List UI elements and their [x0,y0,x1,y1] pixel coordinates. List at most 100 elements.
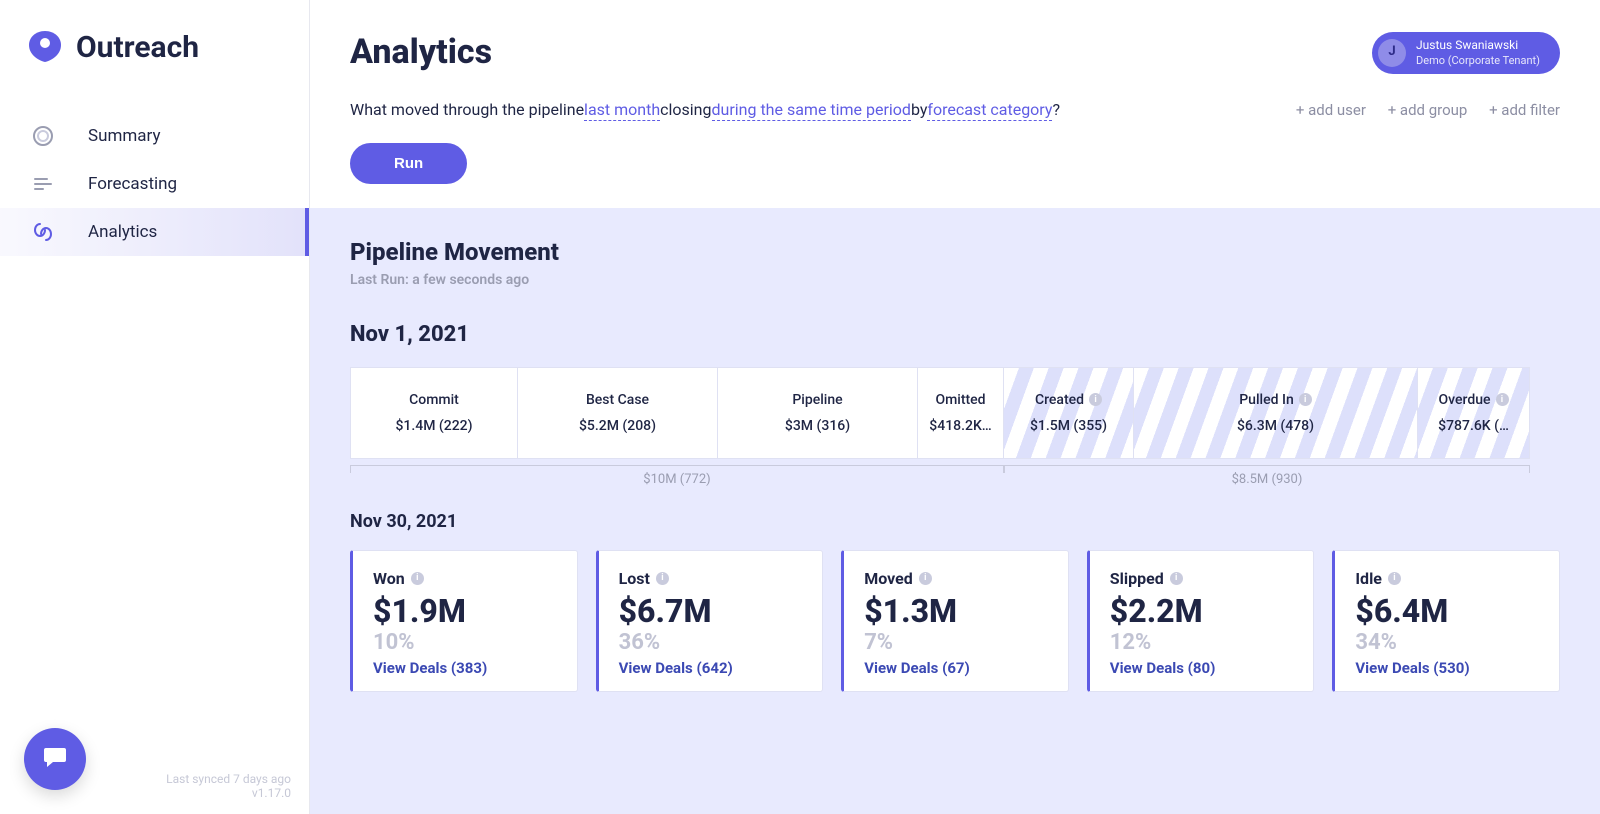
outcome-label: Idlei [1355,569,1539,588]
view-deals-link[interactable]: View Deals (80) [1110,659,1294,677]
query-token-closing[interactable]: during the same time period [712,100,911,121]
report-title: Pipeline Movement [350,238,1560,266]
outcome-percent: 12% [1110,630,1294,655]
category-value: $1.5M (355) [1030,418,1107,434]
info-icon: i [1170,572,1183,585]
view-deals-link[interactable]: View Deals (530) [1355,659,1539,677]
outreach-logo-icon [26,28,64,66]
query-token-period[interactable]: last month [584,100,660,121]
outcome-card: Woni $1.9M10% View Deals (383) [350,550,578,692]
category-cell[interactable]: Createdi $1.5M (355) [1004,367,1134,459]
query-text: What moved through the pipeline [350,100,584,119]
query-text: by [911,100,927,119]
sidebar-item-forecasting[interactable]: Forecasting [0,160,309,208]
report: Pipeline Movement Last Run: a few second… [310,208,1600,814]
add-filter-link[interactable]: + add filter [1489,101,1560,119]
query-text: ? [1052,100,1060,119]
brand-name: Outreach [76,30,199,65]
view-deals-link[interactable]: View Deals (383) [373,659,557,677]
sidebar-item-label: Summary [88,126,160,146]
view-deals-link[interactable]: View Deals (67) [864,659,1048,677]
outcome-card: Slippedi $2.2M12% View Deals (80) [1087,550,1315,692]
category-totals: $10M (772)$8.5M (930) [350,465,1560,487]
add-group-link[interactable]: + add group [1388,101,1468,119]
category-total-right: $8.5M (930) [1004,465,1530,487]
category-cell[interactable]: Pulled Ini $6.3M (478) [1134,367,1418,459]
chat-fab[interactable] [24,728,86,790]
outcome-label: Woni [373,569,557,588]
info-icon: i [1388,572,1401,585]
page-title: Analytics [350,32,492,72]
outcome-amount: $6.4M [1355,592,1539,630]
query-actions: + add user + add group + add filter [1278,101,1560,119]
category-label: Createdi [1035,392,1102,408]
category-value: $3M (316) [785,418,850,434]
outcome-card: Idlei $6.4M34% View Deals (530) [1332,550,1560,692]
category-label: Pulled Ini [1239,392,1311,408]
sidebar-item-label: Analytics [88,222,157,242]
info-icon: i [1496,393,1509,406]
category-label: Best Case [586,392,649,408]
category-label: Omitted [935,392,985,408]
info-icon: i [1299,393,1312,406]
avatar: J [1378,39,1406,67]
category-cell[interactable]: Best Case $5.2M (208) [518,367,718,459]
add-user-link[interactable]: + add user [1296,101,1366,119]
brand: Outreach [0,0,309,86]
outcome-amount: $1.9M [373,592,557,630]
outcome-label: Movedi [864,569,1048,588]
chat-icon [41,743,69,775]
category-value: $6.3M (478) [1237,418,1314,434]
sidebar-item-summary[interactable]: Summary [0,112,309,160]
query-text: closing [660,100,711,119]
category-label: Commit [409,392,459,408]
info-icon: i [411,572,424,585]
sidebar-item-analytics[interactable]: Analytics [0,208,309,256]
outcome-amount: $1.3M [864,592,1048,630]
category-cell[interactable]: Omitted $418.2K… [918,367,1004,459]
outcome-percent: 36% [619,630,803,655]
query-token-groupby[interactable]: forecast category [927,100,1052,121]
nav: Summary Forecasting Analytics [0,112,309,256]
summary-icon [30,123,56,149]
outcome-percent: 34% [1355,630,1539,655]
category-value: $787.6K (… [1438,418,1509,434]
sidebar: Outreach Summary Forecasting Analytics [0,0,310,814]
outcome-amount: $2.2M [1110,592,1294,630]
analytics-icon [30,219,56,245]
main: Analytics J Justus Swaniawski Demo (Corp… [310,0,1600,814]
run-button[interactable]: Run [350,143,467,184]
category-cell[interactable]: Commit$1.4M (222) [350,367,518,459]
category-value: $418.2K… [929,418,991,434]
outcome-label: Losti [619,569,803,588]
sidebar-item-label: Forecasting [88,174,177,194]
last-synced: Last synced 7 days ago [166,772,291,786]
view-deals-link[interactable]: View Deals (642) [619,659,803,677]
info-icon: i [919,572,932,585]
outcome-amount: $6.7M [619,592,803,630]
category-row: Commit$1.4M (222) Best Case $5.2M (208) Pip… [350,367,1560,459]
user-menu[interactable]: J Justus Swaniawski Demo (Corporate Tena… [1372,32,1560,74]
outcome-row: Woni $1.9M10% View Deals (383) Losti $6.7M36… [350,550,1560,692]
run-row: Run [310,121,1600,208]
category-cell[interactable]: Overduei $787.6K (… [1418,367,1530,459]
category-label: Overduei [1439,392,1509,408]
end-date: Nov 30, 2021 [350,511,1560,532]
category-total-left: $10M (772) [350,465,1004,487]
query-row: What moved through the pipeline last mon… [310,74,1600,121]
info-icon: i [1089,393,1102,406]
user-sub: Demo (Corporate Tenant) [1416,54,1540,68]
outcome-card: Movedi$1.3M7%View Deals (67) [841,550,1069,692]
outcome-card: Losti $6.7M36% View Deals (642) [596,550,824,692]
category-value: $5.2M (208) [579,418,656,434]
category-label: Pipeline [792,392,842,408]
sidebar-footer: Last synced 7 days ago v1.17.0 [166,772,291,800]
outcome-label: Slippedi [1110,569,1294,588]
forecasting-icon [30,171,56,197]
version: v1.17.0 [166,786,291,800]
header: Analytics J Justus Swaniawski Demo (Corp… [310,0,1600,74]
report-last-run: Last Run: a few seconds ago [350,272,1560,288]
outcome-percent: 10% [373,630,557,655]
category-cell[interactable]: Pipeline $3M (316) [718,367,918,459]
user-name: Justus Swaniawski [1416,38,1540,54]
